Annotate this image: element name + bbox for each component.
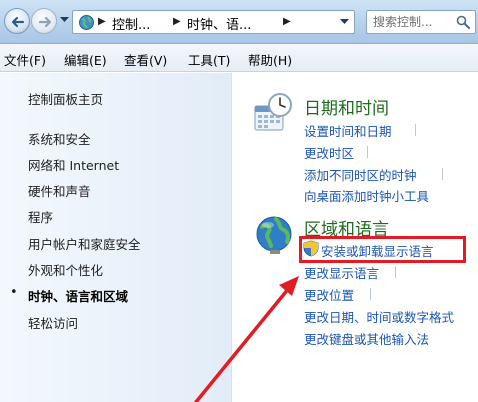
change-date-time-number-format-link[interactable]: 更改日期、时间或数字格式 xyxy=(304,307,454,326)
change-location-link[interactable]: 更改位置 xyxy=(304,285,354,304)
search-input[interactable] xyxy=(373,13,455,31)
task-separator xyxy=(442,168,443,180)
install-uninstall-display-language-link[interactable]: 安装或卸载显示语言 xyxy=(321,241,434,260)
add-clock-gadget-link[interactable]: 向桌面添加时钟小工具 xyxy=(304,186,429,205)
task-separator xyxy=(395,266,396,278)
sidebar-item-network-internet[interactable]: 网络和 Internet xyxy=(28,155,119,174)
search-box[interactable] xyxy=(366,10,476,34)
control-panel-globe-icon xyxy=(79,15,94,30)
breadcrumb-control-panel[interactable]: 控制... xyxy=(112,14,150,33)
task-separator xyxy=(367,146,368,158)
breadcrumb-separator[interactable]: ▶ xyxy=(98,16,106,27)
sidebar-item-ease-of-access[interactable]: 轻松访问 xyxy=(28,313,78,332)
sidebar-item-clock-language-region[interactable]: 时钟、语言和区域 xyxy=(28,286,128,305)
add-clocks-different-zones-link[interactable]: 添加不同时区的时钟 xyxy=(304,165,417,184)
address-toolbar: ▶ 控制... ▶ 时钟、语... ▶ xyxy=(0,0,478,44)
forward-arrow-icon xyxy=(38,16,52,28)
menu-help[interactable]: 帮助(H) xyxy=(248,50,292,69)
calendar-clock-icon[interactable] xyxy=(251,92,295,134)
sidebar-item-programs[interactable]: 程序 xyxy=(28,207,53,226)
breadcrumb-clock-language-region[interactable]: 时钟、语... xyxy=(187,14,251,33)
address-dropdown-icon[interactable] xyxy=(340,19,349,25)
uac-shield-icon xyxy=(303,240,319,257)
sidebar-item-hardware-sound[interactable]: 硬件和声音 xyxy=(28,181,91,200)
set-time-date-link[interactable]: 设置时间和日期 xyxy=(304,121,392,140)
active-item-bullet: • xyxy=(10,285,18,300)
breadcrumb-separator[interactable]: ▶ xyxy=(173,16,181,27)
task-separator xyxy=(370,288,371,300)
back-button[interactable] xyxy=(4,8,30,34)
sidebar-item-user-accounts[interactable]: 用户帐户和家庭安全 xyxy=(28,234,141,253)
menu-file[interactable]: 文件(F) xyxy=(4,50,46,69)
breadcrumb-separator[interactable]: ▶ xyxy=(283,16,291,27)
date-time-category-title[interactable]: 日期和时间 xyxy=(304,94,389,119)
sidebar-item-appearance[interactable]: 外观和个性化 xyxy=(28,260,103,279)
change-display-language-link[interactable]: 更改显示语言 xyxy=(304,263,379,282)
menu-tools[interactable]: 工具(T) xyxy=(188,50,230,69)
back-arrow-icon xyxy=(11,16,25,28)
task-separator xyxy=(415,124,416,136)
control-panel-home-link[interactable]: 控制面板主页 xyxy=(28,89,103,108)
recent-pages-dropdown-icon[interactable] xyxy=(60,17,69,23)
change-keyboard-input-method-link[interactable]: 更改键盘或其他输入法 xyxy=(304,329,429,348)
menu-view[interactable]: 查看(V) xyxy=(124,50,167,69)
menu-edit[interactable]: 编辑(E) xyxy=(64,50,107,69)
menu-bar: 文件(F) 编辑(E) 查看(V) 工具(T) 帮助(H) xyxy=(0,44,478,72)
sidebar-item-system-security[interactable]: 系统和安全 xyxy=(28,129,91,148)
forward-button[interactable] xyxy=(31,8,57,34)
change-time-zone-link[interactable]: 更改时区 xyxy=(304,143,354,162)
search-icon[interactable] xyxy=(456,15,470,29)
globe-region-icon[interactable] xyxy=(254,214,296,256)
address-field[interactable]: ▶ 控制... ▶ 时钟、语... ▶ xyxy=(72,10,355,34)
